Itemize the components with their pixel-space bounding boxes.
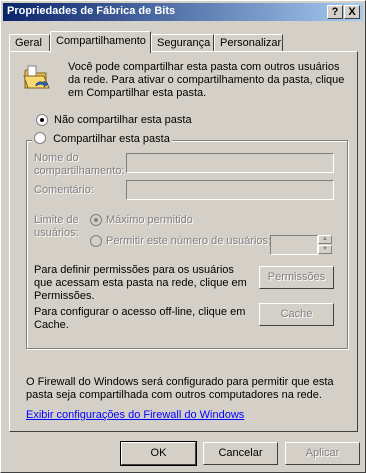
spin-up-button[interactable]: ▲ bbox=[318, 235, 332, 244]
firewall-text: O Firewall do Windows será configurado p… bbox=[26, 376, 334, 401]
comment-label: Comentário: bbox=[34, 184, 94, 196]
user-count-field[interactable] bbox=[270, 235, 318, 255]
intro-text: Você pode compartilhar esta pasta com ou… bbox=[68, 61, 345, 99]
cache-text: Para configurar o acesso off-line, cliqu… bbox=[34, 306, 246, 331]
tab-geral[interactable]: Geral bbox=[9, 34, 50, 52]
share-option: Compartilhar esta pasta bbox=[32, 132, 172, 147]
spin-down-button[interactable]: ▼ bbox=[318, 245, 332, 254]
share-radio[interactable] bbox=[34, 132, 46, 145]
permissions-button[interactable]: Permissões bbox=[259, 266, 334, 289]
tab-compartilhamento[interactable]: Compartilhamento bbox=[50, 31, 151, 53]
share-label[interactable]: Compartilhar esta pasta bbox=[53, 133, 170, 145]
properties-dialog: Propriedades de Fábrica de Bits ? X Gera… bbox=[0, 0, 366, 473]
close-button[interactable]: X bbox=[344, 5, 360, 19]
no-share-radio[interactable] bbox=[36, 114, 48, 126]
title-bar[interactable]: Propriedades de Fábrica de Bits ? X bbox=[3, 3, 363, 21]
user-limit-label: Limite de usuários: bbox=[34, 214, 79, 239]
apply-button[interactable]: Aplicar bbox=[285, 442, 360, 465]
tab-personalizar[interactable]: Personalizar bbox=[214, 34, 283, 52]
permissions-text: Para definir permissões para os usuários… bbox=[34, 264, 247, 302]
cache-button[interactable]: Cache bbox=[259, 303, 334, 326]
tab-seguranca[interactable]: Segurança bbox=[151, 34, 214, 52]
cancel-button[interactable]: Cancelar bbox=[203, 442, 278, 465]
allow-users-radio[interactable] bbox=[90, 235, 102, 247]
ok-button[interactable]: OK bbox=[120, 441, 197, 466]
shared-folder-icon bbox=[22, 62, 54, 97]
no-share-label[interactable]: Não compartilhar esta pasta bbox=[54, 114, 192, 126]
max-allowed-label[interactable]: Máximo permitido bbox=[106, 214, 193, 226]
help-button[interactable]: ? bbox=[327, 5, 343, 19]
firewall-settings-link[interactable]: Exibir configurações do Firewall do Wind… bbox=[26, 409, 244, 421]
allow-users-label[interactable]: Permitir este número de usuários: bbox=[106, 235, 271, 247]
max-allowed-radio[interactable] bbox=[90, 214, 102, 226]
share-name-field[interactable] bbox=[126, 153, 334, 173]
share-name-label: Nome do compartilhamento: bbox=[34, 152, 125, 177]
sharing-panel: Você pode compartilhar esta pasta com ou… bbox=[9, 51, 358, 432]
comment-field[interactable] bbox=[126, 180, 334, 200]
window-title: Propriedades de Fábrica de Bits bbox=[7, 5, 176, 17]
